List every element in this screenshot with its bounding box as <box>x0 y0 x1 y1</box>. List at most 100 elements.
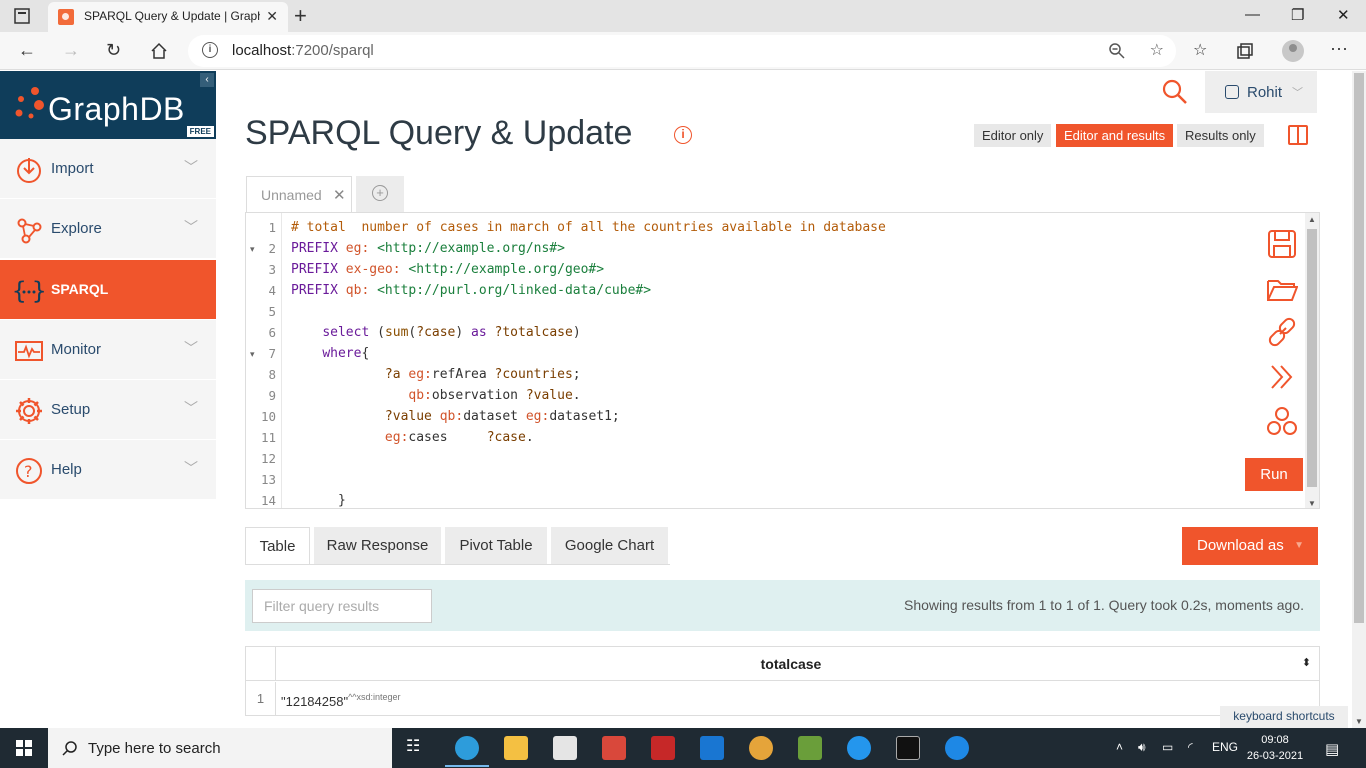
filter-input[interactable] <box>252 589 432 623</box>
close-tab-icon[interactable]: ✕ <box>266 8 278 25</box>
sidebar-item-label: Import <box>51 160 94 177</box>
add-favorite-icon[interactable]: ☆ <box>1150 40 1164 60</box>
close-window-icon[interactable]: ✕ <box>1337 6 1350 24</box>
search-icon[interactable] <box>1162 79 1188 105</box>
new-tab-button[interactable]: + <box>294 3 307 29</box>
share-link-icon[interactable] <box>1266 316 1298 348</box>
url-text[interactable]: localhost:7200/sparql <box>232 42 374 59</box>
sparql-editor[interactable]: 1 2 ▾ 3 4 5 6 7 ▾ 8 9 10 11 12 13 14 # total number of … <box>245 212 1320 509</box>
profile-avatar[interactable] <box>1282 40 1304 62</box>
site-info-icon[interactable]: i <box>202 42 218 58</box>
split-layout-icon[interactable] <box>1288 125 1308 145</box>
maximize-icon[interactable]: ❐ <box>1291 6 1304 24</box>
editor-and-results-button[interactable]: Editor and results <box>1056 124 1174 147</box>
internet-explorer-icon[interactable] <box>945 736 969 760</box>
graph-clusters-icon[interactable] <box>1266 405 1298 437</box>
more-menu-icon[interactable]: ··· <box>1330 38 1348 59</box>
docker-icon[interactable] <box>847 736 871 760</box>
app-icon-red[interactable] <box>602 736 626 760</box>
forward-arrow-icon[interactable]: → <box>62 40 80 61</box>
taskbar-search-text: Type here to search <box>88 740 221 757</box>
column-header-totalcase[interactable]: totalcase <box>276 656 1306 672</box>
app-icon-book[interactable] <box>651 736 675 760</box>
code-line[interactable]: PREFIX qb: <http://purl.org/linked-data/… <box>291 280 651 301</box>
wifi-icon[interactable]: ◜ <box>1188 740 1193 754</box>
minimize-icon[interactable]: — <box>1245 6 1260 23</box>
graphdb-logo[interactable]: GraphDB FREE ‹ <box>0 71 216 139</box>
windows-start-icon[interactable] <box>16 740 32 756</box>
sidebar-item-explore[interactable]: Explore ﹀ <box>0 199 216 259</box>
browser-tab[interactable]: SPARQL Query & Update | GraphDB Workbenc… <box>48 2 288 32</box>
zoom-icon[interactable] <box>1108 42 1126 60</box>
task-view-icon[interactable]: ☷ <box>406 736 430 760</box>
code-line[interactable]: where{ <box>291 343 369 364</box>
file-explorer-icon[interactable] <box>504 736 528 760</box>
tab-table[interactable]: Table <box>245 527 310 565</box>
save-query-icon[interactable] <box>1266 228 1298 260</box>
fold-caret-icon[interactable]: ▾ <box>250 244 255 255</box>
home-icon[interactable] <box>150 42 168 60</box>
code-line[interactable]: eg:cases ?case. <box>291 427 534 448</box>
refresh-icon[interactable]: ↻ <box>106 40 121 61</box>
back-arrow-icon[interactable]: ← <box>18 40 36 61</box>
editor-scrollbar[interactable]: ▲ ▼ <box>1305 213 1319 508</box>
info-icon[interactable]: i <box>674 126 692 144</box>
code-line[interactable]: PREFIX eg: <http://example.org/ns#> <box>291 238 565 259</box>
scroll-up-icon[interactable]: ▲ <box>1308 215 1316 224</box>
spreadsheet-icon[interactable] <box>798 736 822 760</box>
tab-google-chart[interactable]: Google Chart <box>551 527 668 565</box>
editor-only-button[interactable]: Editor only <box>974 124 1052 147</box>
sidebar-item-help[interactable]: ? Help ﹀ <box>0 440 216 500</box>
code-line[interactable]: ?value qb:dataset eg:dataset1; <box>291 406 620 427</box>
collapse-sidebar-icon[interactable]: ‹ <box>200 73 214 87</box>
double-chevron-right-icon[interactable] <box>1266 361 1298 393</box>
favorites-icon[interactable]: ☆ <box>1193 40 1207 60</box>
tab-pivot-table[interactable]: Pivot Table <box>445 527 547 565</box>
tab-actions-icon[interactable] <box>14 8 30 24</box>
battery-icon[interactable]: ▭ <box>1162 740 1173 754</box>
sort-icon[interactable]: ⬍ <box>1302 656 1311 669</box>
collections-icon[interactable] <box>1236 42 1254 60</box>
edge-browser-icon[interactable] <box>445 736 489 767</box>
show-hidden-icons[interactable]: ˄ <box>1116 740 1123 754</box>
code-line[interactable]: PREFIX ex-geo: <http://example.org/geo#> <box>291 259 604 280</box>
results-only-button[interactable]: Results only <box>1177 124 1264 147</box>
cell-value[interactable]: "12184258"^^xsd:integer <box>281 692 401 709</box>
code-line[interactable]: } <box>291 490 346 508</box>
code-line[interactable]: ?a eg:refArea ?countries; <box>291 364 581 385</box>
volume-icon[interactable]: 🔊︎ <box>1138 740 1146 755</box>
scroll-down-icon[interactable]: ▼ <box>1355 717 1363 726</box>
terminal-icon[interactable] <box>896 736 920 760</box>
query-tab[interactable]: Unnamed ✕ <box>246 176 352 212</box>
code-line[interactable]: select (sum(?case) as ?totalcase) <box>291 322 580 343</box>
sidebar-item-import[interactable]: Import ﹀ <box>0 139 216 199</box>
taskbar-clock[interactable]: 09:08 26-03-2021 <box>1244 732 1306 764</box>
scroll-down-icon[interactable]: ▼ <box>1308 499 1316 508</box>
user-menu-button[interactable]: Rohit ﹀ <box>1205 71 1317 113</box>
language-indicator[interactable]: ENG <box>1212 740 1238 754</box>
keyboard-shortcuts-link[interactable]: keyboard shortcuts <box>1220 706 1348 728</box>
download-as-button[interactable]: Download as ▼ <box>1182 527 1318 565</box>
mail-icon[interactable] <box>700 736 724 760</box>
page-scrollbar[interactable]: ▼ <box>1352 71 1366 728</box>
sidebar-item-label: Setup <box>51 401 91 418</box>
notifications-icon[interactable]: ▤ <box>1325 740 1339 758</box>
sidebar-item-setup[interactable]: Setup ﹀ <box>0 380 216 440</box>
scrollbar-thumb[interactable] <box>1307 229 1317 487</box>
sidebar-item-sparql[interactable]: { } SPARQL <box>0 260 216 320</box>
user-icon <box>1225 85 1239 99</box>
sidebar-item-monitor[interactable]: Monitor ﹀ <box>0 320 216 380</box>
store-icon[interactable] <box>553 736 577 760</box>
add-query-tab-button[interactable]: + <box>356 176 404 212</box>
taskbar-search[interactable]: Type here to search <box>48 728 392 768</box>
code-line[interactable]: qb:observation ?value. <box>291 385 580 406</box>
tab-raw-response[interactable]: Raw Response <box>314 527 441 565</box>
run-button[interactable]: Run <box>1245 458 1303 491</box>
fold-caret-icon[interactable]: ▾ <box>250 349 255 360</box>
open-folder-icon[interactable] <box>1266 273 1298 305</box>
url-field[interactable]: i localhost:7200/sparql ☆ <box>188 35 1176 67</box>
scrollbar-thumb[interactable] <box>1354 73 1364 623</box>
close-query-tab-icon[interactable]: ✕ <box>333 186 346 204</box>
chrome-icon[interactable] <box>749 736 773 760</box>
code-line[interactable]: # total number of cases in march of all … <box>291 217 886 238</box>
